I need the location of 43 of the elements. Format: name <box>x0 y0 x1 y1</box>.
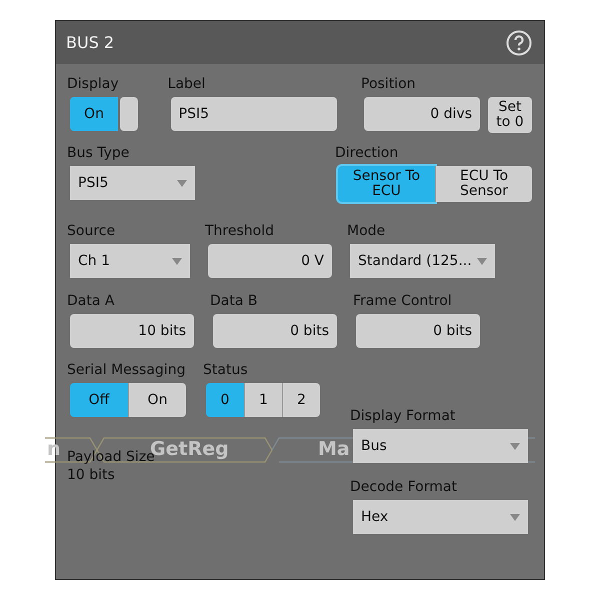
dropdown[interactable]: Ch 1 <box>70 244 190 278</box>
segment-button[interactable]: 0 <box>206 383 244 417</box>
field-label: Decode Format <box>350 478 457 497</box>
payload-size-value: 10 bits <box>67 467 115 483</box>
input-field[interactable]: 0 divs <box>364 97 480 131</box>
dropdown[interactable]: Hex <box>353 500 528 534</box>
dropdown[interactable]: Standard (125... <box>350 244 495 278</box>
segment-button[interactable]: 2 <box>282 383 320 417</box>
field-label: Direction <box>335 144 398 163</box>
segment-button[interactable]: ECU To Sensor <box>435 166 532 202</box>
field-label: Status <box>203 361 248 380</box>
input-field[interactable]: PSI5 <box>170 97 337 131</box>
dropdown[interactable]: PSI5 <box>70 166 195 200</box>
field-label: Threshold <box>205 222 274 241</box>
field-label: Serial Messaging <box>67 361 186 380</box>
field-label: Display Format <box>350 407 456 426</box>
dropdown[interactable]: Bus <box>353 429 528 463</box>
segment-button[interactable]: Off <box>70 383 128 417</box>
dropdown-caret-icon <box>177 180 187 186</box>
dropdown-caret-icon <box>477 258 487 264</box>
field-label: Bus Type <box>67 144 130 163</box>
segment-button[interactable]: On <box>128 383 186 417</box>
input-field[interactable]: 0 V <box>208 244 332 278</box>
window-title: BUS 2 <box>66 33 114 52</box>
segment-button[interactable]: 1 <box>244 383 282 417</box>
field-label: Source <box>67 222 116 241</box>
bus-decode-label: Ma <box>318 438 350 460</box>
dropdown-caret-icon <box>172 258 182 264</box>
segment-button[interactable]: Sensor To ECU <box>338 166 435 202</box>
field-label: Position <box>361 75 416 94</box>
help-icon[interactable] <box>506 30 532 56</box>
field-label: Data B <box>210 292 258 311</box>
dropdown-caret-icon <box>510 442 520 450</box>
dropdown-caret-icon <box>510 514 520 520</box>
field-label: Data A <box>67 292 114 311</box>
field-label: Frame Control <box>353 292 452 311</box>
input-field[interactable]: 0 bits <box>213 314 337 348</box>
set-to-zero-button[interactable]: Set to 0 <box>488 97 532 133</box>
input-field[interactable]: 0 bits <box>356 314 480 348</box>
field-label: Mode <box>347 222 386 241</box>
field-label: Display <box>67 75 119 94</box>
field-label: Label <box>168 75 206 94</box>
input-field[interactable]: 10 bits <box>70 314 194 348</box>
